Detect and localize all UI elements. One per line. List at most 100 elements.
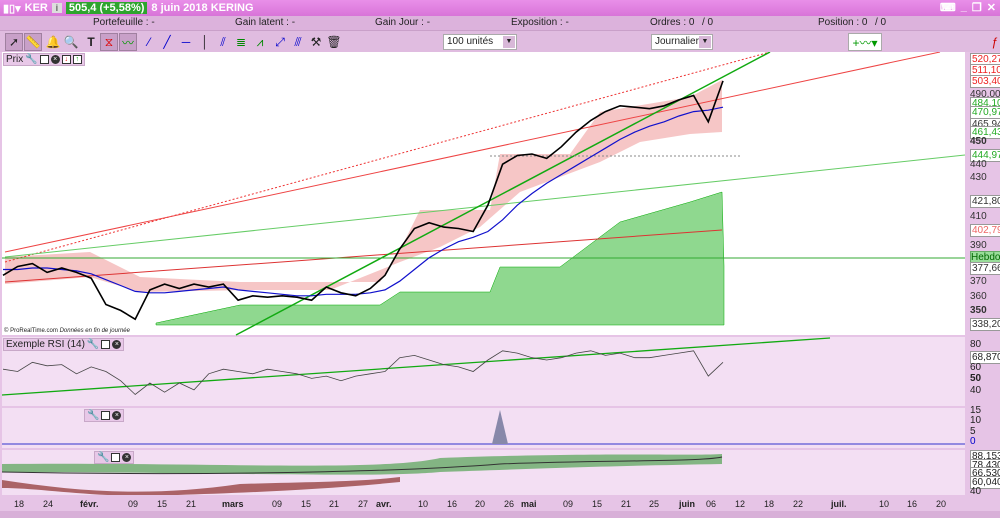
date-axis-label: 10 <box>879 499 890 509</box>
wrench-icon[interactable]: 🔧 <box>25 54 37 65</box>
ordres-total[interactable]: / 0 <box>702 17 713 28</box>
wrench-icon[interactable]: 🔧 <box>87 339 99 350</box>
minimize-icon[interactable]: _ <box>961 1 967 14</box>
chart-area[interactable]: Prix 🔧 × ↓ ↑ © ProRealTime.com Données en fi… <box>0 52 1000 497</box>
price-axis-label: 450 <box>970 136 987 147</box>
close-icon[interactable]: ✕ <box>987 1 996 14</box>
price-panel-label: Prix 🔧 × ↓ ↑ <box>3 53 85 66</box>
rsi-panel-bg <box>2 337 965 406</box>
date-axis-label: 22 <box>793 499 804 509</box>
quantity-select[interactable]: 100 unités ▼ <box>443 34 517 50</box>
date-axis-label: 12 <box>735 499 746 509</box>
text-icon[interactable]: T <box>82 33 100 51</box>
pattern-icon[interactable]: ⩘ <box>251 33 269 51</box>
restore-icon[interactable]: ❐ <box>972 1 982 14</box>
date-axis-label: 21 <box>186 499 197 509</box>
price-axis-label: 338,20 <box>970 318 1000 331</box>
wrench-icon[interactable]: 🔧 <box>97 452 109 463</box>
parallel-icon[interactable]: ⫽ <box>214 33 232 51</box>
ruler-icon[interactable]: 📏 <box>24 33 42 51</box>
alert-bell-icon[interactable]: 🔔 <box>44 33 62 51</box>
date-axis-label: févr. <box>80 499 99 509</box>
date-axis-label: 15 <box>157 499 168 509</box>
chevron-down-icon: ▼ <box>503 36 515 48</box>
date-axis-label: avr. <box>376 499 392 509</box>
horizontal-line-icon[interactable]: ─ <box>177 33 195 51</box>
price-change: 505,4 (+5,58%) <box>65 2 148 14</box>
date-axis-label: 18 <box>764 499 775 509</box>
date-axis-label: 25 <box>649 499 660 509</box>
pointer-icon[interactable]: ➚ <box>5 33 23 51</box>
date-axis-label: juil. <box>831 499 847 509</box>
position: Position : 0 <box>818 17 868 28</box>
osc-axis-label: 40 <box>970 486 982 497</box>
segment-icon[interactable]: ⁄ <box>140 33 158 51</box>
window-icon[interactable] <box>39 55 49 64</box>
function-icon[interactable]: ƒ <box>986 33 1000 51</box>
period-select[interactable]: Journalier ▼ <box>651 34 713 50</box>
info-icon[interactable]: i <box>51 3 62 13</box>
info-bar: Portefeuille : - Gain latent : - Gain Jo… <box>0 16 1000 30</box>
arrow-down-icon[interactable]: ↓ <box>61 55 71 64</box>
gain-jour: Gain Jour : - <box>375 17 431 28</box>
date-axis-label: 09 <box>272 499 283 509</box>
tools-icon[interactable]: ⚒ <box>307 33 325 51</box>
credit: © ProRealTime.com Données en fin de jour… <box>4 328 130 334</box>
price-axis-label: 503,40 <box>970 75 1000 88</box>
points-icon[interactable]: ⤢ <box>271 33 289 51</box>
price-axis-label: 421,80 <box>970 195 1000 208</box>
channel-icon[interactable]: ⧖ <box>100 33 118 51</box>
date-axis-label: 21 <box>621 499 632 509</box>
date-name: 8 juin 2018 KERING <box>151 2 254 14</box>
close-panel-icon[interactable]: × <box>112 411 122 420</box>
price-axis-label: 430 <box>970 172 987 183</box>
rsi-panel-label: Exemple RSI (14) 🔧 × <box>3 338 125 351</box>
date-axis-label: 09 <box>563 499 574 509</box>
date-axis-label: 24 <box>43 499 54 509</box>
close-panel-icon[interactable]: × <box>50 55 60 64</box>
fan-icon[interactable]: ⫻ <box>289 33 307 51</box>
credit-text: © ProRealTime.com <box>4 328 58 334</box>
zoom-icon[interactable]: 🔍 <box>62 33 80 51</box>
period-value: Journalier <box>655 36 699 47</box>
position-total[interactable]: / 0 <box>875 17 886 28</box>
window-icon[interactable] <box>101 340 111 349</box>
date-axis-label: juin <box>679 499 695 509</box>
close-panel-icon[interactable]: × <box>122 453 132 462</box>
wrench-icon[interactable]: 🔧 <box>87 410 99 421</box>
portefeuille: Portefeuille : - <box>93 17 155 28</box>
date-axis-label: 15 <box>592 499 603 509</box>
date-axis-label: 10 <box>418 499 429 509</box>
gain-latent: Gain latent : - <box>235 17 296 28</box>
arrow-up-icon[interactable]: ↑ <box>72 55 82 64</box>
vertical-line-icon[interactable]: │ <box>196 33 214 51</box>
oscillator-panel-label: 🔧 × <box>94 451 135 464</box>
price-label: Prix <box>6 54 24 65</box>
title-bar: ▮▯▾ KER i 505,4 (+5,58%) 8 juin 2018 KER… <box>0 0 1000 16</box>
fibonacci-icon[interactable]: ≣ <box>232 33 250 51</box>
close-panel-icon[interactable]: × <box>112 340 122 349</box>
date-axis-label: 27 <box>358 499 369 509</box>
volume-panel-label: 🔧 × <box>84 409 125 422</box>
chevron-down-icon: ▼ <box>699 36 711 48</box>
symbol[interactable]: KER <box>25 2 48 14</box>
add-indicator-icon[interactable]: +〰▾ <box>848 33 882 51</box>
price-axis-label: 410 <box>970 211 987 222</box>
window-icon[interactable] <box>101 411 111 420</box>
trash-icon[interactable]: 🗑 <box>325 33 343 51</box>
line-icon[interactable]: ╱ <box>158 33 176 51</box>
rsi-axis-label: 40 <box>970 385 982 396</box>
keyboard-icon[interactable]: ⌨ <box>940 1 956 14</box>
price-axis-label: 370 <box>970 276 987 287</box>
scrollbar[interactable] <box>0 511 1000 518</box>
rsi-label: Exemple RSI (14) <box>6 339 85 350</box>
date-axis-label: 20 <box>936 499 947 509</box>
price-axis-label: 350 <box>970 305 987 316</box>
candle-icon[interactable]: ▮▯▾ <box>3 2 21 15</box>
trend-icon[interactable]: 〰 <box>119 33 137 51</box>
date-axis[interactable]: 18 24 févr. 09 15 21 mars 09 15 21 27 avr. 10 16 20 26 m… <box>0 497 1000 511</box>
window-icon[interactable] <box>111 453 121 462</box>
price-axis-label: 390 <box>970 240 987 251</box>
vol-axis-label: 0 <box>970 436 976 447</box>
rsi-axis-label: 60 <box>970 362 982 373</box>
